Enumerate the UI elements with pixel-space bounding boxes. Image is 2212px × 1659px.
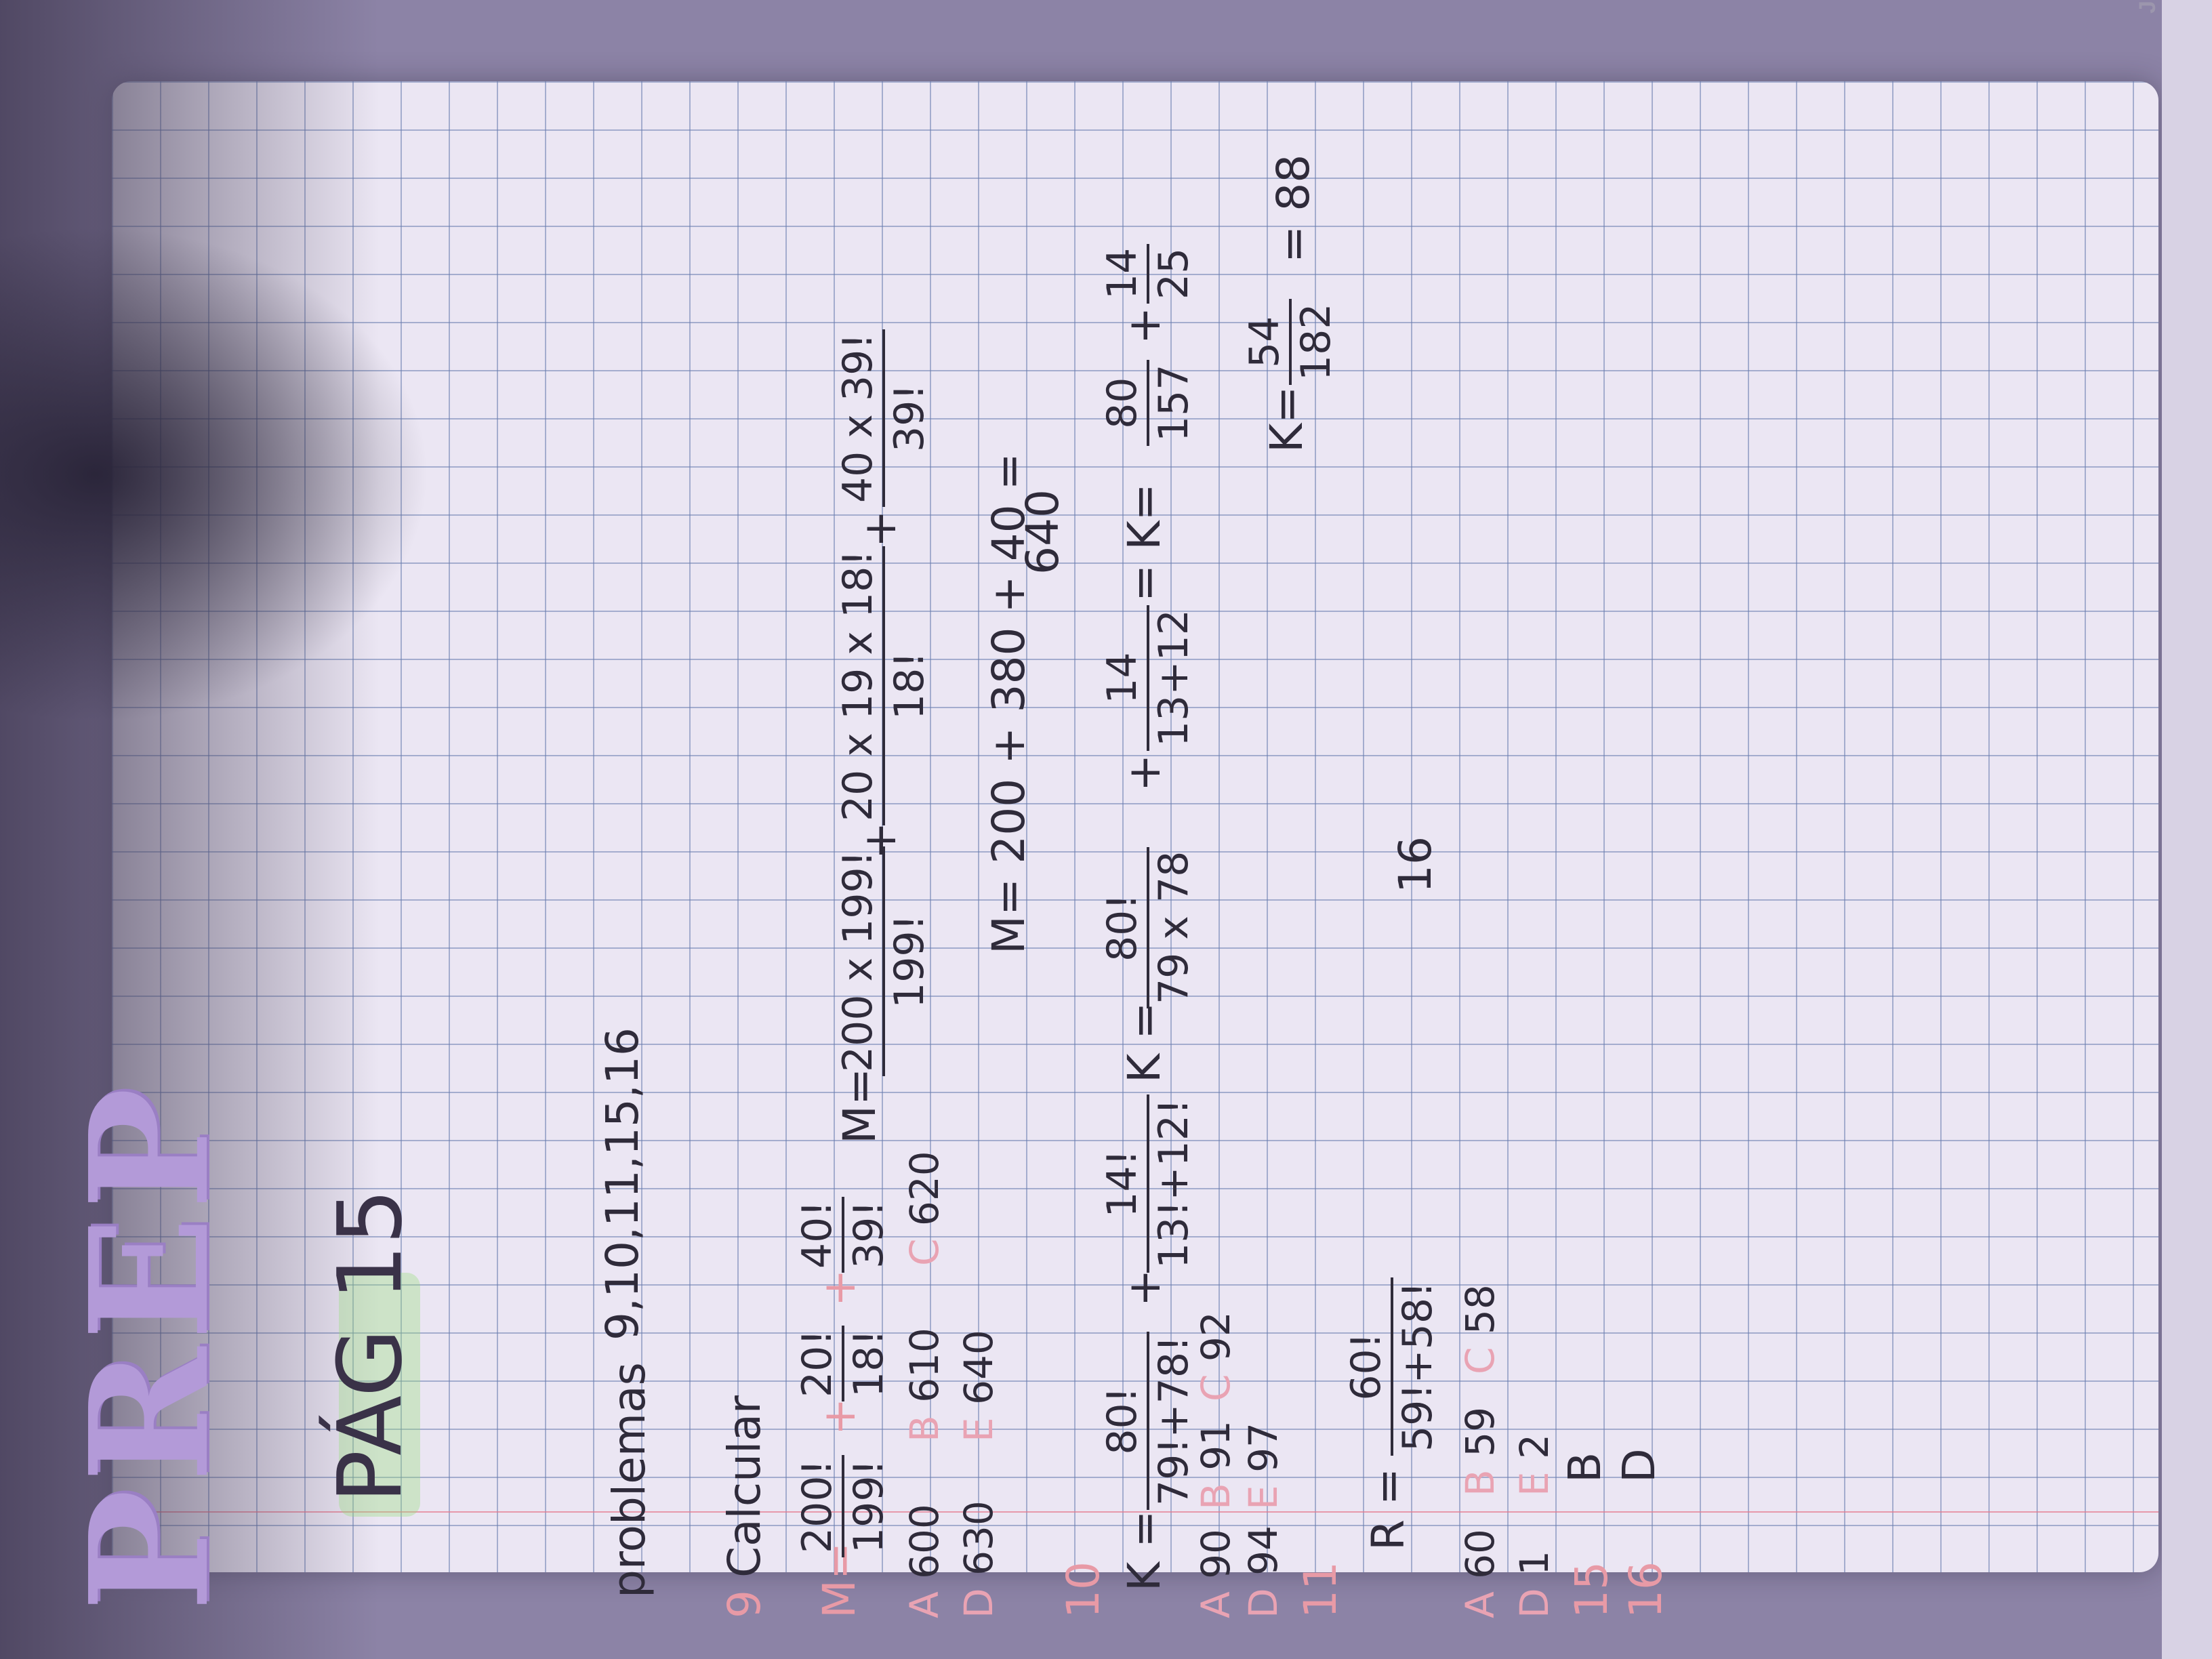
option-a: A 90 (1193, 1529, 1239, 1618)
option-e: E 640 (956, 1330, 1002, 1442)
plus-sign: + (1118, 1269, 1170, 1307)
handwritten-content: PREP PÁG 15 problemas 9,10,11,15,16 9 Ca… (0, 0, 2212, 1659)
problem-15-answer: B (1559, 1452, 1611, 1483)
fraction: 14 13+12 (1098, 605, 1198, 751)
option-d: D 1 (1511, 1550, 1557, 1618)
option-b: B 91 (1193, 1420, 1239, 1510)
plus-sign: + (1118, 754, 1170, 792)
problem-9-label: Calcular (718, 1395, 771, 1578)
option-c: C 92 (1193, 1311, 1239, 1401)
problem-10-k3: = K= (1118, 483, 1170, 602)
option-c: C 620 (901, 1151, 947, 1266)
problem-9-m2: M= (834, 1067, 886, 1144)
option-e: E 97 (1240, 1422, 1286, 1510)
option-b: B 610 (901, 1328, 947, 1442)
plus-sign: + (813, 1269, 865, 1307)
page-number: PÁG 15 (319, 1188, 422, 1503)
fraction: 80 157 (1098, 360, 1198, 446)
option-a: A 60 (1457, 1529, 1503, 1618)
problem-10-answer: = 88 (1267, 154, 1319, 263)
fraction: 80! 79!+78! (1098, 1331, 1198, 1510)
option-d: D 94 (1240, 1525, 1286, 1618)
fraction: 20 x 19 x 18! 18! (834, 546, 934, 825)
fraction: 54 182 (1240, 299, 1340, 385)
fraction: 60! 59!+58! (1342, 1277, 1442, 1456)
option-b: B 59 (1457, 1406, 1503, 1496)
plus-sign: + (813, 1397, 865, 1435)
problem-9-result: 640 (1017, 489, 1069, 575)
problem-11-r: R = (1362, 1467, 1414, 1551)
problem-10-k2: K = (1118, 1002, 1170, 1083)
fraction: 20! 18! (793, 1325, 893, 1401)
fraction: 200! 199! (793, 1455, 893, 1557)
stray-mark: 16 (1389, 836, 1441, 893)
problem-9-number: 9 (718, 1590, 771, 1618)
option-d: D 630 (956, 1500, 1002, 1618)
problem-15-number: 15 (1565, 1561, 1618, 1618)
problems-list: 9,10,11,15,16 (596, 1027, 649, 1340)
plus-sign: + (854, 821, 906, 859)
fraction: 14 25 (1098, 243, 1198, 304)
problem-11-number: 11 (1294, 1561, 1347, 1618)
problem-10-number: 10 (1057, 1561, 1109, 1618)
fraction: 14! 13!+12! (1098, 1094, 1198, 1273)
plus-sign: + (1118, 306, 1170, 344)
fraction: 40! 39! (793, 1196, 893, 1273)
option-c: C 58 (1457, 1284, 1503, 1374)
option-e: E 2 (1511, 1434, 1557, 1496)
plus-sign: + (854, 510, 906, 548)
problem-10-k4: K= (1261, 386, 1313, 453)
problem-16-answer: D (1613, 1448, 1665, 1483)
problem-16-number: 16 (1620, 1561, 1672, 1618)
fraction: 80! 79 x 78 (1098, 846, 1198, 1008)
fraction: 200 x 199! 199! (834, 846, 934, 1076)
problems-label: problemas (603, 1362, 655, 1598)
problem-10-k: K = (1118, 1510, 1170, 1591)
page-heading: PREP (54, 1080, 245, 1612)
fraction: 40 x 39! 39! (834, 329, 934, 507)
option-a: A 600 (901, 1504, 947, 1618)
